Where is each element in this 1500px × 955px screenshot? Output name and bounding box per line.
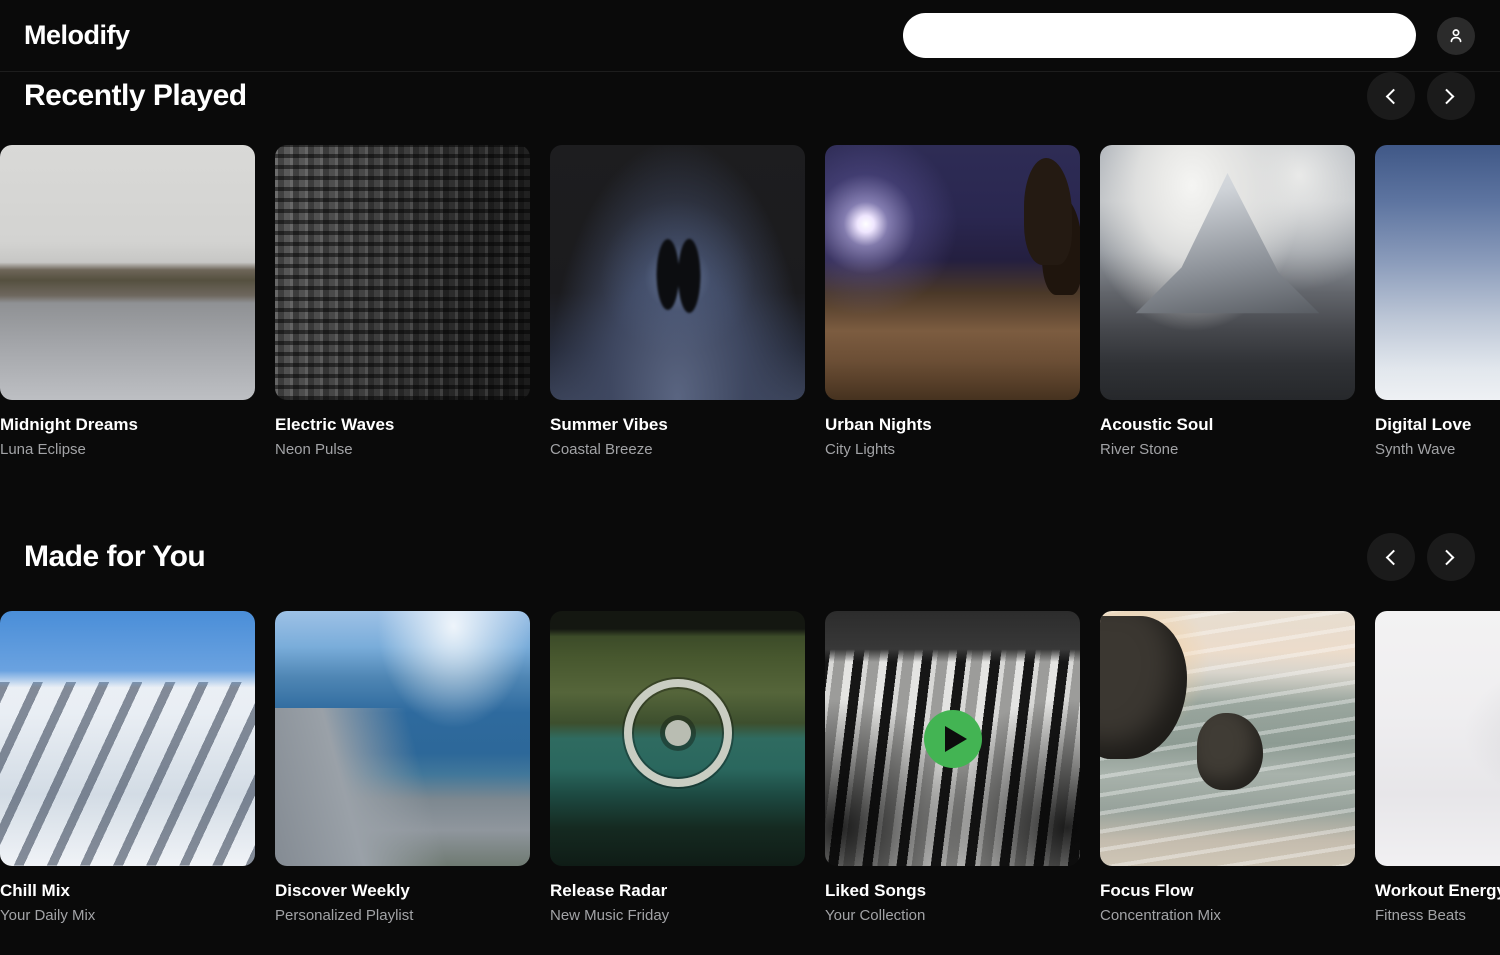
carousel-prev-button[interactable] (1367, 533, 1415, 581)
playlist-card[interactable]: Discover Weekly Personalized Playlist (275, 611, 530, 926)
playlist-card[interactable]: Summer Vibes Coastal Breeze (550, 145, 805, 460)
playlist-card[interactable]: Workout Energy Fitness Beats (1375, 611, 1500, 926)
chevron-right-icon (1438, 549, 1454, 565)
chevron-right-icon (1438, 88, 1454, 104)
play-button[interactable] (924, 710, 982, 768)
card-subtitle: Coastal Breeze (550, 440, 805, 460)
album-art (1100, 145, 1355, 400)
playlist-card[interactable]: Urban Nights City Lights (825, 145, 1080, 460)
card-subtitle: Synth Wave (1375, 440, 1500, 460)
section-header: Recently Played (0, 72, 1500, 120)
album-art (550, 145, 805, 400)
playlist-card[interactable]: Liked Songs Your Collection (825, 611, 1080, 926)
playlist-card[interactable]: Focus Flow Concentration Mix (1100, 611, 1355, 926)
play-icon (945, 726, 967, 752)
card-title: Discover Weekly (275, 880, 530, 902)
chevron-left-icon (1385, 549, 1401, 565)
card-title: Release Radar (550, 880, 805, 902)
card-subtitle: New Music Friday (550, 906, 805, 926)
playlist-card[interactable]: Midnight Dreams Luna Eclipse (0, 145, 255, 460)
card-title: Digital Love (1375, 414, 1500, 436)
card-title: Electric Waves (275, 414, 530, 436)
app-header: Melodify (0, 0, 1500, 72)
card-subtitle: Concentration Mix (1100, 906, 1355, 926)
section-title: Recently Played (24, 79, 247, 113)
carousel-prev-button[interactable] (1367, 72, 1415, 120)
card-title: Chill Mix (0, 880, 255, 902)
card-subtitle: Fitness Beats (1375, 906, 1500, 926)
card-title: Focus Flow (1100, 880, 1355, 902)
album-art (1375, 611, 1500, 866)
card-title: Midnight Dreams (0, 414, 255, 436)
chevron-left-icon (1385, 88, 1401, 104)
user-icon (1446, 26, 1466, 46)
section-header: Made for You (0, 533, 1500, 581)
card-subtitle: River Stone (1100, 440, 1355, 460)
playlist-card[interactable]: Acoustic Soul River Stone (1100, 145, 1355, 460)
playlist-card[interactable]: Chill Mix Your Daily Mix (0, 611, 255, 926)
album-art (0, 611, 255, 866)
card-title: Urban Nights (825, 414, 1080, 436)
card-row: Chill Mix Your Daily Mix Discover Weekly Pe… (0, 611, 1500, 926)
section-made-for-you: Made for You Chill Mix Your Daily Mix Disc… (0, 533, 1500, 926)
card-row: Midnight Dreams Luna Eclipse Electric Wave… (0, 145, 1500, 460)
album-art (825, 611, 1080, 866)
album-art (1375, 145, 1500, 400)
carousel-controls (1367, 72, 1475, 120)
card-subtitle: Your Daily Mix (0, 906, 255, 926)
card-title: Liked Songs (825, 880, 1080, 902)
card-subtitle: Neon Pulse (275, 440, 530, 460)
album-art (0, 145, 255, 400)
album-art (1100, 611, 1355, 866)
playlist-card[interactable]: Electric Waves Neon Pulse (275, 145, 530, 460)
album-art (825, 145, 1080, 400)
app-logo: Melodify (24, 20, 130, 51)
card-title: Workout Energy (1375, 880, 1500, 902)
card-subtitle: City Lights (825, 440, 1080, 460)
album-art (275, 145, 530, 400)
search-input[interactable] (903, 13, 1416, 58)
card-subtitle: Luna Eclipse (0, 440, 255, 460)
carousel-next-button[interactable] (1427, 533, 1475, 581)
profile-button[interactable] (1437, 17, 1475, 55)
album-art (275, 611, 530, 866)
card-subtitle: Personalized Playlist (275, 906, 530, 926)
section-title: Made for You (24, 540, 205, 574)
playlist-card[interactable]: Release Radar New Music Friday (550, 611, 805, 926)
album-art (550, 611, 805, 866)
card-title: Acoustic Soul (1100, 414, 1355, 436)
card-title: Summer Vibes (550, 414, 805, 436)
carousel-controls (1367, 533, 1475, 581)
playlist-card[interactable]: Digital Love Synth Wave (1375, 145, 1500, 460)
carousel-next-button[interactable] (1427, 72, 1475, 120)
section-recently-played: Recently Played Midnight Dreams Luna Ecli… (0, 72, 1500, 460)
card-subtitle: Your Collection (825, 906, 1080, 926)
